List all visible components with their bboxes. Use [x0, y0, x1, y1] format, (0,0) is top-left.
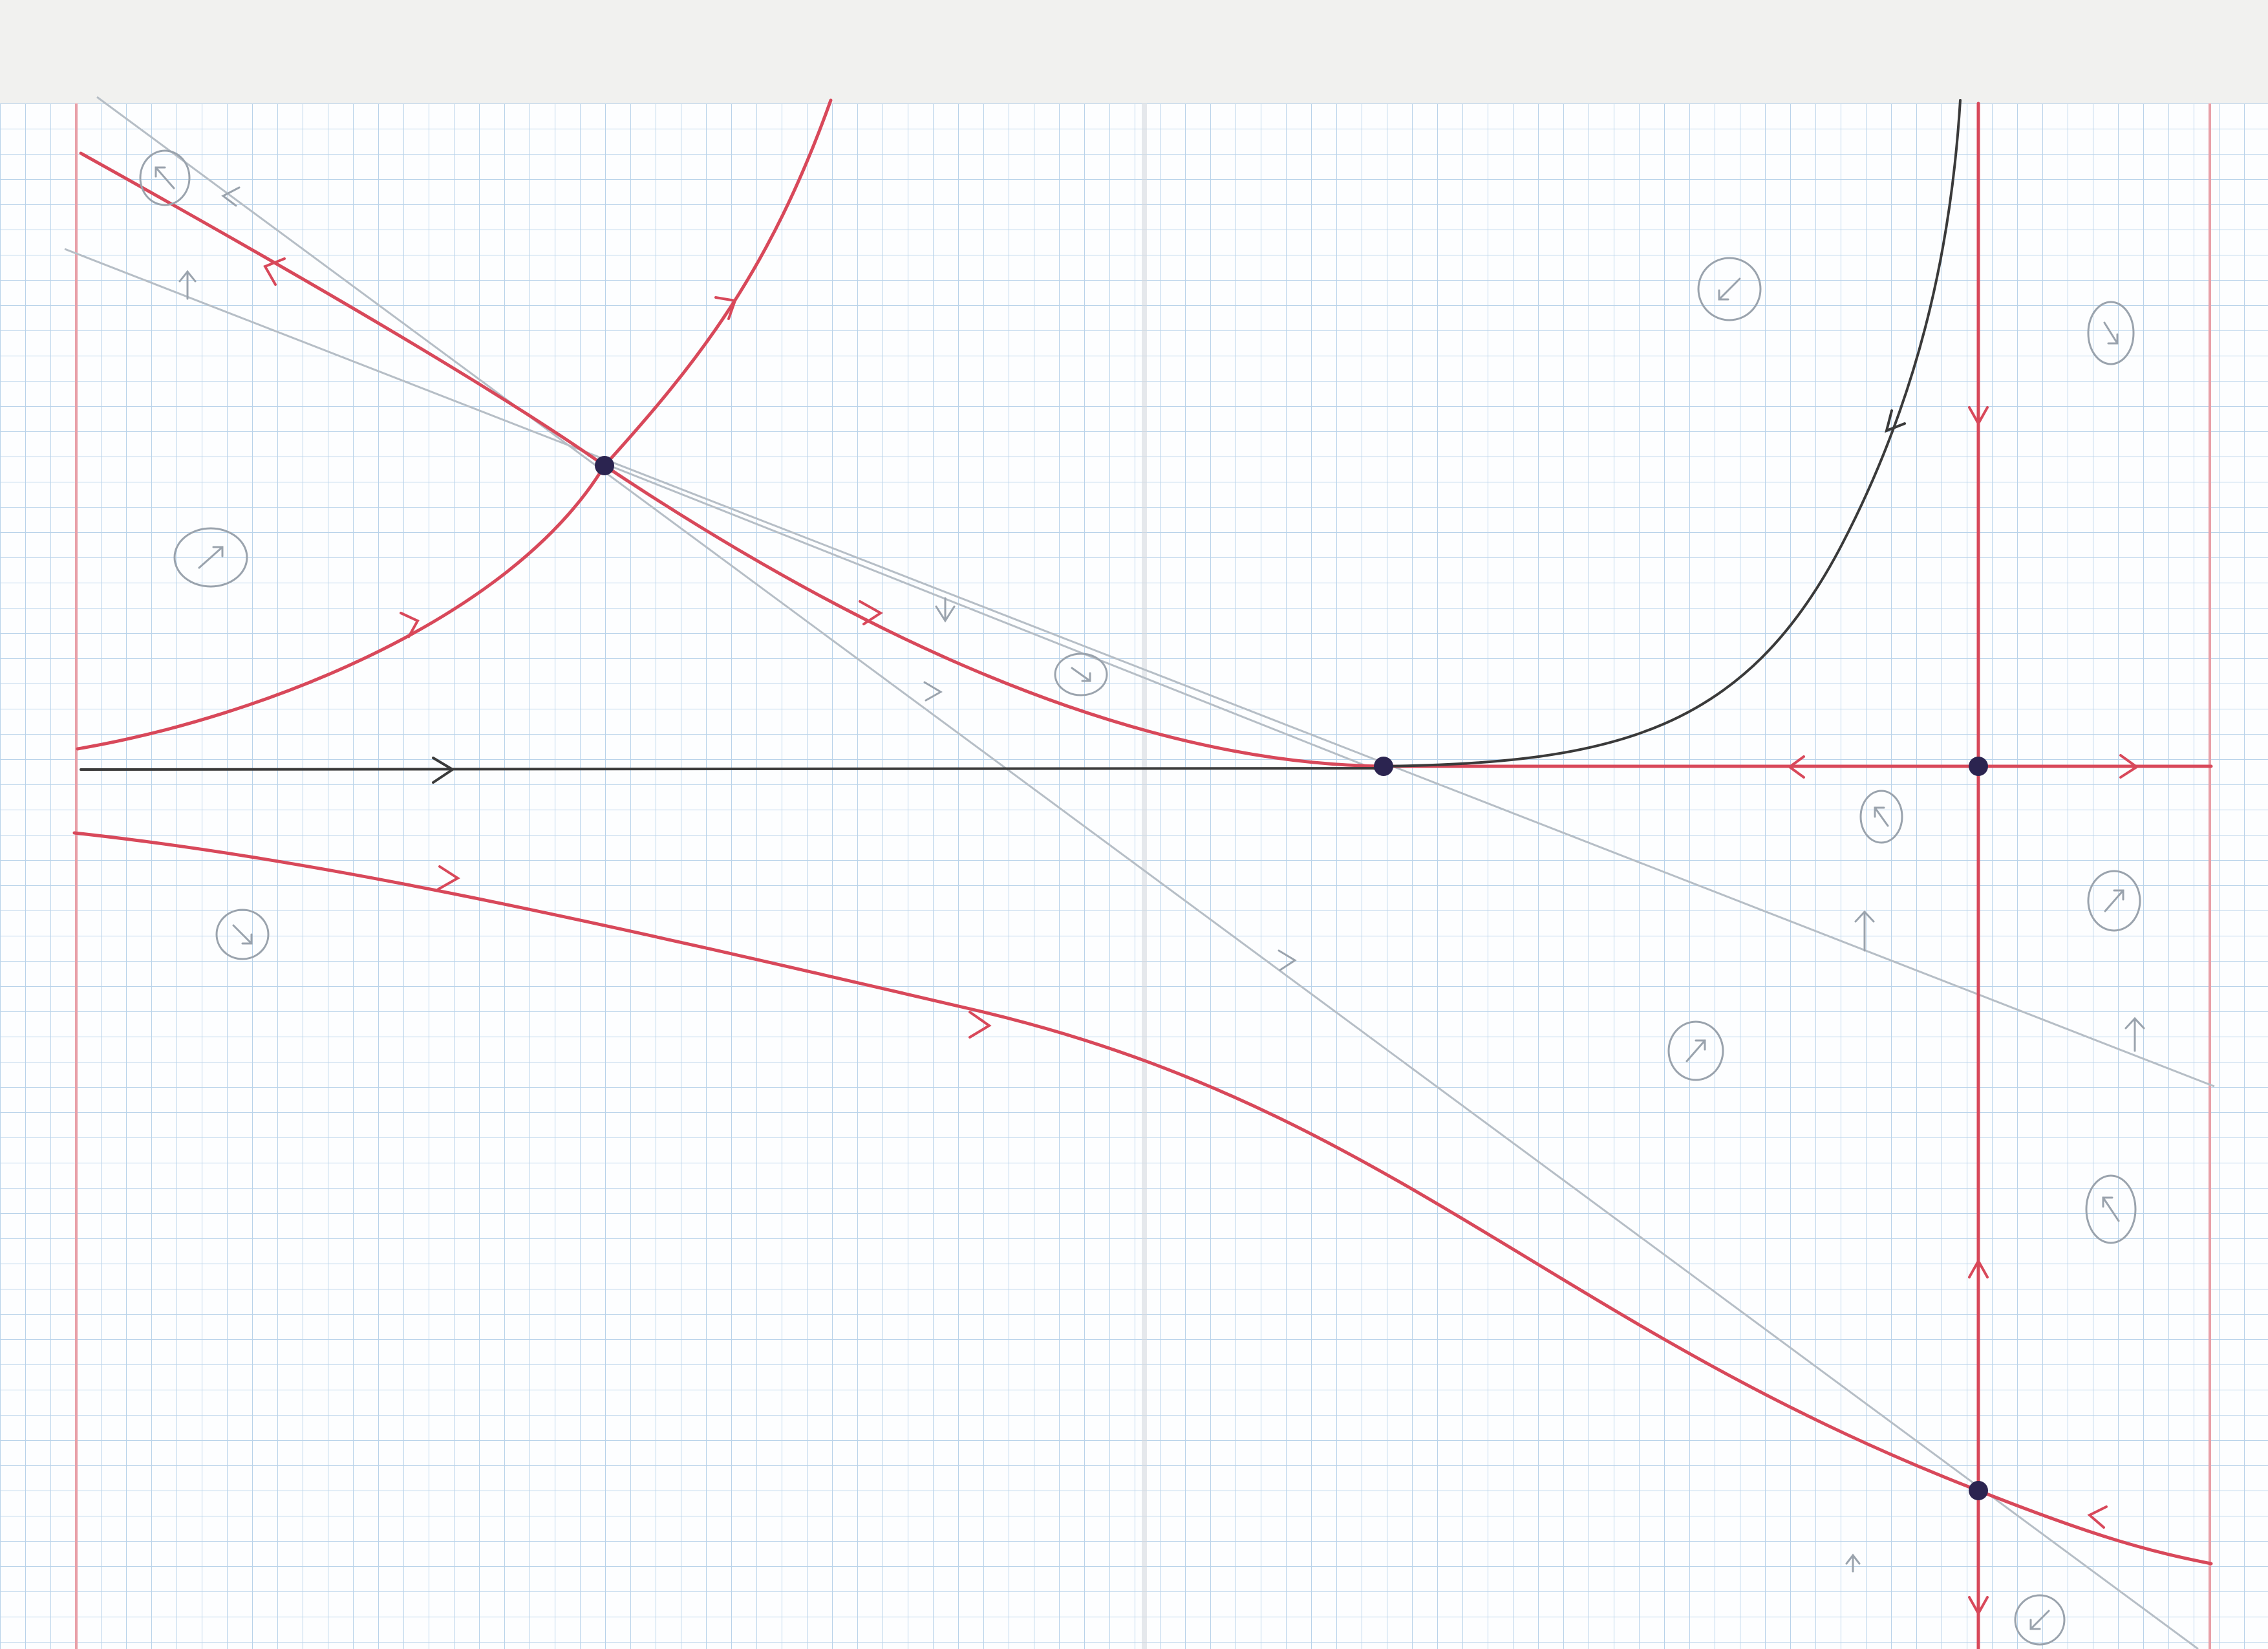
equilibrium-upper-left — [595, 456, 614, 475]
grid-lines — [0, 103, 2268, 1649]
phase-portrait-sketch — [0, 96, 2268, 1649]
equilibrium-right — [1969, 757, 1988, 776]
equilibrium-middle — [1374, 757, 1393, 776]
equilibrium-lower-right — [1969, 1481, 1988, 1500]
black-axis-trajectory — [80, 767, 1385, 771]
